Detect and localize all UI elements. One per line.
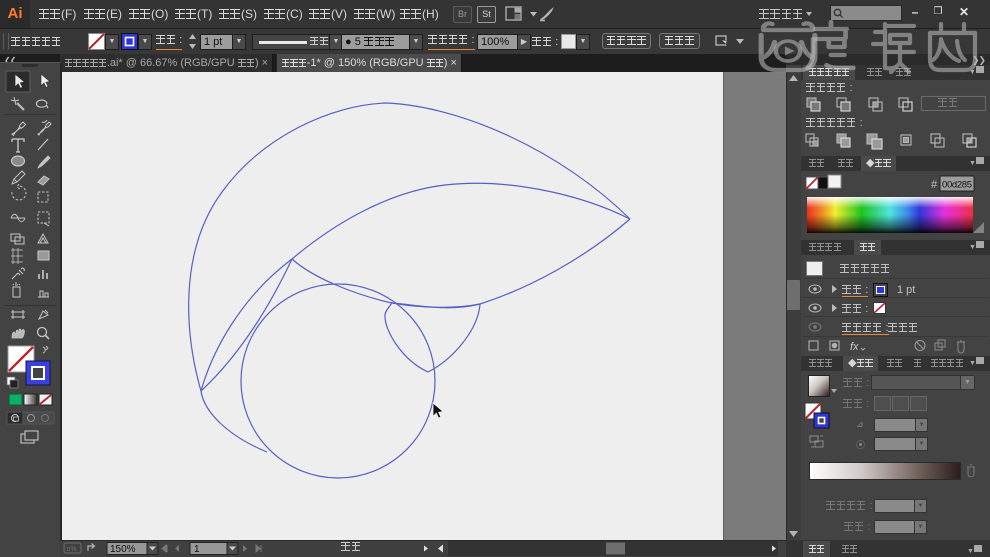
svg-text:#: # [931,179,938,191]
svg-text:00d285: 00d285 [942,180,972,191]
svg-text:1: 1 [194,544,200,555]
svg-text:o%: o% [67,546,77,553]
svg-text:150%: 150% [110,544,136,555]
svg-text:fx: fx [850,341,859,353]
